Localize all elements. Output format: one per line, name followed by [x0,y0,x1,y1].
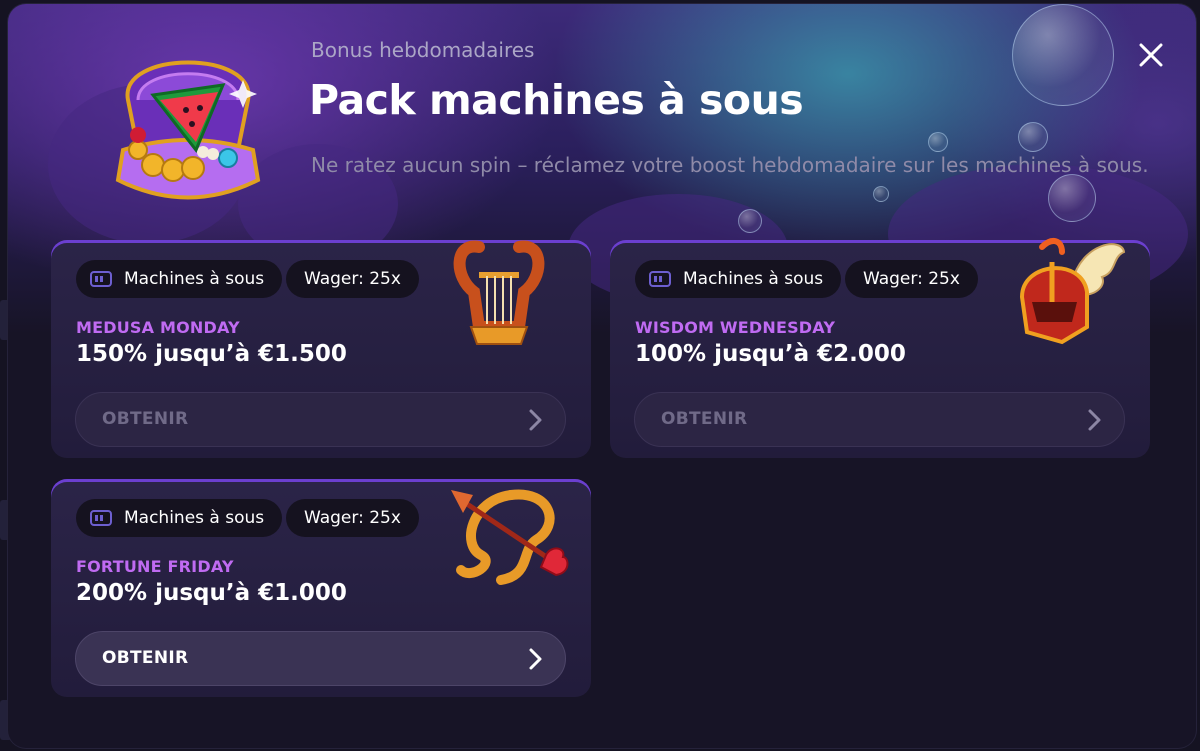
bonus-offer: 150% jusqu’à €1.500 [76,341,347,367]
bubble-decoration [1012,4,1114,106]
claim-button-label: OBTENIR [102,648,189,668]
slot-machine-icon [649,271,671,287]
bonus-offer: 100% jusqu’à €2.000 [635,341,906,367]
claim-button-label: OBTENIR [661,409,748,429]
wager-chip: Wager: 25x [286,260,419,298]
winged-helmet-icon [1019,238,1126,345]
slot-machine-icon [90,510,112,526]
category-label: Machines à sous [124,508,265,528]
bubble-decoration [873,186,889,202]
slot-machine-icon [90,271,112,287]
weekly-bonus-modal: Bonus hebdomadaires Pack machines à sous… [8,4,1196,748]
bubble-decoration [738,209,762,233]
category-label: Machines à sous [124,269,265,289]
treasure-shell-watermelon-icon [115,60,261,200]
claim-button[interactable]: OBTENIR [75,392,566,447]
bonus-offer: 200% jusqu’à €1.000 [76,580,347,606]
bonus-card-medusa-monday: Machines à sous Wager: 25x MEDUSA MONDAY… [51,240,591,458]
modal-subtitle: Bonus hebdomadaires [311,38,535,62]
category-chip: Machines à sous [76,260,283,298]
chevron-right-icon [1088,409,1101,431]
claim-button[interactable]: OBTENIR [634,392,1125,447]
bonus-name: WISDOM WEDNESDAY [635,318,836,337]
category-label: Machines à sous [683,269,824,289]
modal-title: Pack machines à sous [309,76,804,124]
category-chip: Machines à sous [635,260,842,298]
lyre-icon [453,240,545,345]
claim-button-label: OBTENIR [102,409,189,429]
claim-button[interactable]: OBTENIR [75,631,566,686]
wager-chip: Wager: 25x [286,499,419,537]
close-icon[interactable] [1136,40,1166,70]
wager-chip: Wager: 25x [845,260,978,298]
bonus-card-wisdom-wednesday: Machines à sous Wager: 25x WISDOM WEDNES… [610,238,1150,458]
modal-description: Ne ratez aucun spin – réclamez votre boo… [311,153,1149,177]
bonus-name: FORTUNE FRIDAY [76,557,234,576]
bonus-card-fortune-friday: Machines à sous Wager: 25x FORTUNE FRIDA… [51,479,591,697]
bonus-name: MEDUSA MONDAY [76,318,240,337]
bow-and-arrow-icon [451,489,569,585]
chevron-right-icon [529,409,542,431]
category-chip: Machines à sous [76,499,283,537]
chevron-right-icon [529,648,542,670]
